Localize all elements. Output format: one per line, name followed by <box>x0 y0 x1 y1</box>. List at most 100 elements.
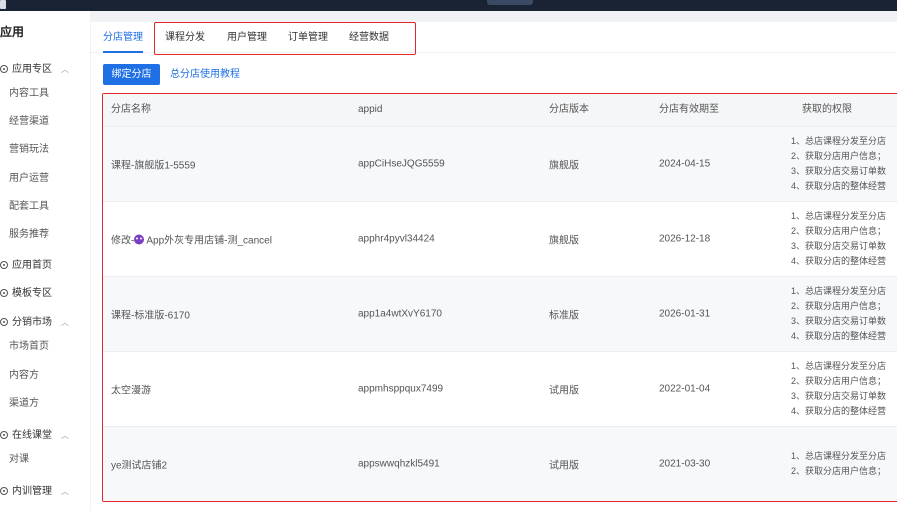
cell-expiry: 2026-12-18 <box>659 233 711 245</box>
cell-version: 试用版 <box>549 385 579 397</box>
permission-line: 1、总店课程分发至分店 <box>791 136 887 146</box>
sidebar-group-online-class[interactable]: 在线课堂 <box>0 427 52 445</box>
permission-line: 4、获取分店的整体经营 <box>791 256 887 266</box>
chevron-up-icon[interactable]: ︿ <box>61 314 69 332</box>
permission-line: 2、获取分店用户信息； <box>791 226 887 236</box>
name-prefix: 修改- <box>111 235 135 247</box>
cell-appid: appCiHseJQG5559 <box>358 158 445 170</box>
permission-line: 2、获取分店用户信息； <box>791 466 887 476</box>
column-header-appid: appid <box>358 104 383 115</box>
cell-version: 旗舰版 <box>549 160 579 172</box>
name-text: App外灰专用店铺-测_cancel <box>146 235 272 247</box>
permission-line: 3、获取分店交易订单数 <box>791 166 887 176</box>
tutorial-link[interactable]: 总分店使用教程 <box>170 64 240 85</box>
cell-branch-name: 课程-旗舰版1-5559 <box>111 160 196 172</box>
permission-line: 4、获取分店的整体经营 <box>791 406 887 416</box>
sidebar-item-channel-provider[interactable]: 渠道方 <box>9 395 39 413</box>
sidebar-item-supporting-tools[interactable]: 配套工具 <box>9 198 49 216</box>
table-row[interactable]: 修改- App外灰专用店铺-测_cancel apphr4pyvl34424 旗舰… <box>103 201 897 276</box>
cell-branch-name: 修改- App外灰专用店铺-测_cancel <box>111 232 272 247</box>
template-icon <box>0 289 8 297</box>
app-home-icon <box>0 261 8 269</box>
branch-table: 分店名称 appid 分店版本 分店有效期至 获取的权限 课程-旗舰版1-555… <box>102 93 897 502</box>
cell-version: 试用版 <box>549 460 579 472</box>
permission-line: 1、总店课程分发至分店 <box>791 211 887 221</box>
sidebar-item-channels[interactable]: 经营渠道 <box>9 113 49 131</box>
sidebar-item-paired-class[interactable]: 对课 <box>9 451 29 469</box>
bind-branch-button[interactable]: 绑定分店 <box>103 64 160 85</box>
sidebar-item-user-ops[interactable]: 用户运营 <box>9 170 49 188</box>
sidebar-group-label: 分销市场 <box>12 317 52 328</box>
permission-line: 4、获取分店的整体经营 <box>791 181 887 191</box>
cell-version: 标准版 <box>549 310 579 322</box>
chevron-up-icon[interactable]: ︿ <box>61 427 69 445</box>
permission-line: 2、获取分店用户信息； <box>791 376 887 386</box>
sidebar-item-services[interactable]: 服务推荐 <box>9 226 49 244</box>
emoji-icon <box>134 234 145 245</box>
table-row[interactable]: 课程-旗舰版1-5559 appCiHseJQG5559 旗舰版 2024-04… <box>103 126 897 201</box>
chevron-up-icon[interactable]: ︿ <box>61 61 69 79</box>
main-panel: 分店管理 课程分发 用户管理 订单管理 经营数据 绑定分店 总分店使用教程 分店… <box>91 22 897 511</box>
sidebar-group-app-home[interactable]: 应用首页 <box>0 257 52 275</box>
cell-branch-name: 课程-标准版-6170 <box>111 310 190 322</box>
distribution-market-icon <box>0 318 8 326</box>
sidebar-group-label: 内训管理 <box>12 486 52 497</box>
cell-branch-name: ye测试店铺2 <box>111 460 168 472</box>
tab-branch-management[interactable]: 分店管理 <box>103 22 143 53</box>
cell-appid: appswwqhzkl5491 <box>358 458 440 470</box>
column-header-name: 分店名称 <box>111 104 151 115</box>
cell-version: 旗舰版 <box>549 235 579 247</box>
sidebar: 应用 应用专区 ︿ 内容工具 经营渠道 营销玩法 用户运营 配套工具 服务推荐 … <box>0 11 90 511</box>
permission-line: 1、总店课程分发至分店 <box>791 361 887 371</box>
cell-branch-name: 太空漫游 <box>111 385 151 397</box>
sidebar-title: 应用 <box>0 25 25 39</box>
table-row[interactable]: ye测试店铺2 appswwqhzkl5491 试用版 2021-03-30 1… <box>103 426 897 501</box>
permission-line: 3、获取分店交易订单数 <box>791 391 887 401</box>
cell-expiry: 2026-01-31 <box>659 308 711 320</box>
sidebar-group-label: 模板专区 <box>12 288 52 299</box>
sidebar-group-distribution-market[interactable]: 分销市场 <box>0 314 52 332</box>
sidebar-item-market-home[interactable]: 市场首页 <box>9 338 49 356</box>
column-header-version: 分店版本 <box>549 104 589 115</box>
permission-line: 2、获取分店用户信息； <box>791 151 887 161</box>
cell-permissions: 1、总店课程分发至分店 2、获取分店用户信息； 3、获取分店交易订单数 4、获取… <box>791 134 886 194</box>
permission-line: 2、获取分店用户信息； <box>791 301 887 311</box>
cell-expiry: 2021-03-30 <box>659 458 711 470</box>
chevron-up-icon[interactable]: ︿ <box>61 483 69 501</box>
sidebar-group-training[interactable]: 内训管理 <box>0 483 52 501</box>
cell-permissions: 1、总店课程分发至分店 2、获取分店用户信息； <box>791 449 886 479</box>
cell-appid: apphr4pyvl34424 <box>358 233 435 245</box>
sidebar-item-marketing[interactable]: 营销玩法 <box>9 141 49 159</box>
cell-appid: app1a4wtXvY6170 <box>358 308 442 320</box>
cell-permissions: 1、总店课程分发至分店 2、获取分店用户信息； 3、获取分店交易订单数 4、获取… <box>791 209 886 269</box>
permission-line: 3、获取分店交易订单数 <box>791 241 887 251</box>
permission-line: 3、获取分店交易订单数 <box>791 316 887 326</box>
sidebar-group-templates[interactable]: 模板专区 <box>0 285 52 303</box>
app-logo[interactable] <box>0 0 6 9</box>
sidebar-group-label: 在线课堂 <box>12 430 52 441</box>
cell-permissions: 1、总店课程分发至分店 2、获取分店用户信息； 3、获取分店交易订单数 4、获取… <box>791 284 886 344</box>
permission-line: 4、获取分店的整体经营 <box>791 331 887 341</box>
column-header-permissions: 获取的权限 <box>802 104 852 115</box>
top-navbar <box>0 0 897 11</box>
column-header-expiry: 分店有效期至 <box>659 104 719 115</box>
sidebar-item-content-provider[interactable]: 内容方 <box>9 367 39 385</box>
tabs-highlight-box <box>154 22 416 55</box>
training-icon <box>0 487 8 495</box>
app-zone-icon <box>0 65 8 73</box>
sidebar-group-app-zone[interactable]: 应用专区 <box>0 61 52 79</box>
permission-line: 1、总店课程分发至分店 <box>791 286 887 296</box>
sidebar-item-content-tools[interactable]: 内容工具 <box>9 85 49 103</box>
table-header: 分店名称 appid 分店版本 分店有效期至 获取的权限 <box>103 94 897 126</box>
cell-permissions: 1、总店课程分发至分店 2、获取分店用户信息； 3、获取分店交易订单数 4、获取… <box>791 359 886 419</box>
online-class-icon <box>0 431 8 439</box>
table-row[interactable]: 课程-标准版-6170 app1a4wtXvY6170 标准版 2026-01-… <box>103 276 897 351</box>
table-row[interactable]: 太空漫游 appmhsppqux7499 试用版 2022-01-04 1、总店… <box>103 351 897 426</box>
cell-expiry: 2022-01-04 <box>659 383 711 395</box>
permission-line: 1、总店课程分发至分店 <box>791 451 887 461</box>
sidebar-group-label: 应用专区 <box>12 64 52 75</box>
cell-appid: appmhsppqux7499 <box>358 383 444 395</box>
cell-expiry: 2024-04-15 <box>659 158 711 170</box>
sidebar-group-label: 应用首页 <box>12 260 52 271</box>
top-nav-active-pill[interactable] <box>487 0 533 5</box>
